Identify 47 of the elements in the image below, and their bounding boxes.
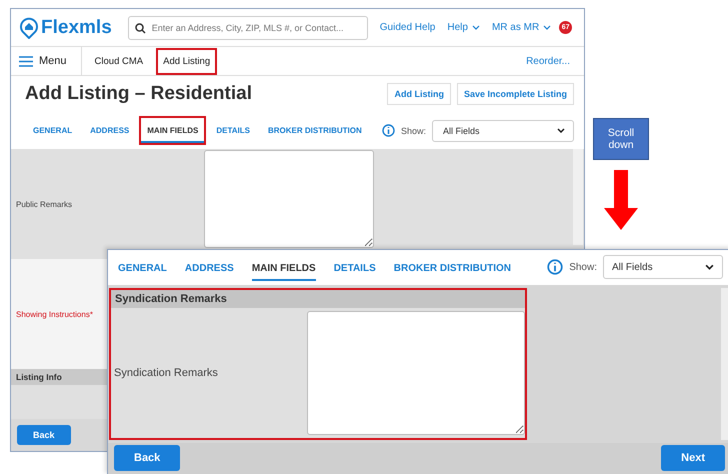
tab[interactable]: MAIN FIELDS	[139, 116, 206, 145]
tab[interactable]: GENERAL	[118, 254, 167, 281]
menu-button[interactable]: Menu	[19, 47, 82, 75]
show-label: Show:	[400, 126, 426, 136]
header-link[interactable]: Guided Help	[380, 22, 436, 33]
chevron-down-icon	[557, 128, 565, 133]
chevron-down-icon	[543, 25, 552, 30]
page-title: Add Listing – Residential	[25, 83, 252, 105]
tab[interactable]: ADDRESS	[82, 116, 138, 145]
tab[interactable]: MAIN FIELDS	[252, 254, 316, 281]
scrollbar[interactable]	[721, 288, 728, 440]
tab[interactable]: BROKER DISTRIBUTION	[394, 254, 511, 281]
field-label: Syndication Remarks	[113, 366, 219, 379]
house-pin-icon	[19, 16, 39, 38]
section-header: Syndication Remarks	[111, 290, 525, 308]
action-button[interactable]: Save Incomplete Listing	[456, 83, 574, 105]
back-button[interactable]: Back	[17, 425, 71, 445]
logo-text: Flexmls	[41, 16, 112, 38]
tab[interactable]: GENERAL	[25, 116, 80, 145]
tab[interactable]: ADDRESS	[184, 254, 234, 281]
nav-button[interactable]: Back	[114, 445, 180, 472]
info-icon[interactable]	[382, 124, 395, 137]
tab[interactable]: DETAILS	[208, 116, 258, 145]
remarks-textarea[interactable]	[204, 150, 374, 248]
field-label: Public Remarks	[15, 200, 74, 208]
tab[interactable]: BROKER DISTRIBUTION	[260, 116, 370, 145]
reorder-link[interactable]: Reorder...	[526, 56, 570, 66]
header-link[interactable]: MR as MR	[492, 22, 552, 33]
action-button[interactable]: Add Listing	[387, 83, 451, 105]
remarks-textarea[interactable]	[307, 310, 525, 435]
show-select[interactable]: All Fields	[603, 255, 723, 280]
scroll-note: Scroll down	[593, 118, 649, 160]
info-icon[interactable]	[547, 259, 564, 276]
chevron-down-icon	[472, 25, 480, 30]
field-label: Showing Instructions*	[15, 310, 94, 318]
down-arrow-icon	[604, 170, 638, 230]
nav-item[interactable]: Add Listing	[156, 48, 218, 74]
menu-icon	[19, 56, 33, 66]
scrollbar[interactable]	[573, 149, 583, 245]
search-field[interactable]: Enter an Address, City, ZIP, MLS #, or Contact...	[128, 16, 368, 40]
chevron-down-icon	[705, 264, 714, 270]
show-select[interactable]: All Fields	[432, 120, 574, 142]
header-link[interactable]: Help	[447, 22, 480, 33]
nav-button[interactable]: Next	[661, 445, 725, 472]
show-label: Show:	[569, 262, 597, 273]
tab[interactable]: DETAILS	[334, 254, 376, 281]
nav-item[interactable]: Cloud CMA	[88, 48, 150, 74]
